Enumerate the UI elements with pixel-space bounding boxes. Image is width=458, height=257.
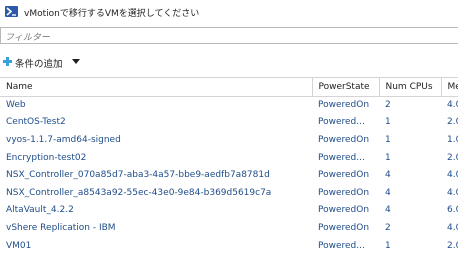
power-state-cell: PoweredOn [318, 222, 370, 233]
filter-input[interactable]: フィルター [0, 27, 458, 44]
num-cpus-cell: 2 [385, 100, 391, 111]
title-bar: vMotionで移行するVMを選択してください [0, 0, 458, 24]
memory-cell: 4.0 [447, 187, 458, 198]
power-state-cell: PoweredOn [318, 187, 370, 198]
power-state-cell: PoweredOn [318, 205, 370, 216]
num-cpus-cell: 1 [385, 134, 391, 145]
vm-name-cell: Encryption-test02 [6, 152, 87, 163]
num-cpus-cell: 4 [385, 170, 391, 181]
table-row[interactable]: AltaVault_4.2.2 PoweredOn 4 6.0 [0, 202, 458, 220]
column-header-powerstate[interactable]: PowerState [312, 78, 380, 97]
add-criteria-button[interactable]: 条件の追加 [0, 53, 88, 70]
vm-grid: Name PowerState Num CPUs Me Web PoweredOn… [0, 77, 458, 257]
memory-cell: 6.0 [447, 205, 458, 216]
header-row: Name PowerState Num CPUs Me [0, 78, 458, 97]
vm-name-cell: CentOS-Test2 [6, 117, 66, 128]
vm-name-cell: Web [6, 100, 26, 111]
num-cpus-cell: 2 [385, 222, 391, 233]
memory-cell: 2.0 [447, 117, 458, 128]
num-cpus-cell: 4 [385, 205, 391, 216]
memory-cell: 4.0 [447, 222, 458, 233]
power-state-cell: PoweredOn [318, 100, 370, 111]
table-row[interactable]: NSX_Controller_070a85d7-aba3-4a57-bbe9-a… [0, 166, 458, 184]
add-criteria-label: 条件の追加 [15, 59, 63, 70]
num-cpus-cell: 1 [385, 152, 391, 163]
vm-table: Name PowerState Num CPUs Me Web PoweredOn… [0, 78, 458, 254]
vm-name-cell: NSX_Controller_a8543a92-55ec-43e0-9e84-b… [6, 187, 272, 198]
vm-name-cell: vyos-1.1.7-amd64-signed [6, 134, 121, 145]
table-row[interactable]: vyos-1.1.7-amd64-signed PoweredOn 1 1.0 [0, 131, 458, 149]
memory-cell: 2.0 [447, 152, 458, 163]
num-cpus-cell: 4 [385, 187, 391, 198]
power-state-cell: PoweredOn [318, 170, 370, 181]
plus-icon [3, 57, 12, 66]
table-row[interactable]: NSX_Controller_a8543a92-55ec-43e0-9e84-b… [0, 184, 458, 202]
column-header-num-cpus[interactable]: Num CPUs [379, 78, 442, 97]
power-state-cell: Powered... [318, 152, 365, 163]
table-row[interactable]: Encryption-test02 Powered... 1 2.0 [0, 149, 458, 167]
memory-cell: 4.0 [447, 170, 458, 181]
memory-cell: 4.0 [447, 100, 458, 111]
memory-cell: 1.0 [447, 134, 458, 145]
num-cpus-cell: 1 [385, 117, 391, 128]
vm-name-cell: AltaVault_4.2.2 [6, 205, 74, 216]
table-row[interactable]: CentOS-Test2 Powered... 1 2.0 [0, 114, 458, 132]
table-row[interactable]: Web PoweredOn 2 4.0 [0, 96, 458, 114]
column-header-memory[interactable]: Me [441, 78, 458, 97]
power-state-cell: PoweredOn [318, 134, 370, 145]
vm-name-cell: vShere Replication - IBM [6, 222, 116, 233]
window-title: vMotionで移行するVMを選択してください [24, 9, 200, 19]
powershell-icon [5, 6, 18, 17]
filter-placeholder: フィルター [5, 33, 50, 43]
table-row[interactable]: vShere Replication - IBM PoweredOn 2 4.0 [0, 219, 458, 237]
vm-name-cell: NSX_Controller_070a85d7-aba3-4a57-bbe9-a… [6, 170, 270, 181]
power-state-cell: Powered... [318, 117, 365, 128]
caret-down-icon [72, 59, 80, 64]
column-header-name[interactable]: Name [0, 78, 313, 97]
